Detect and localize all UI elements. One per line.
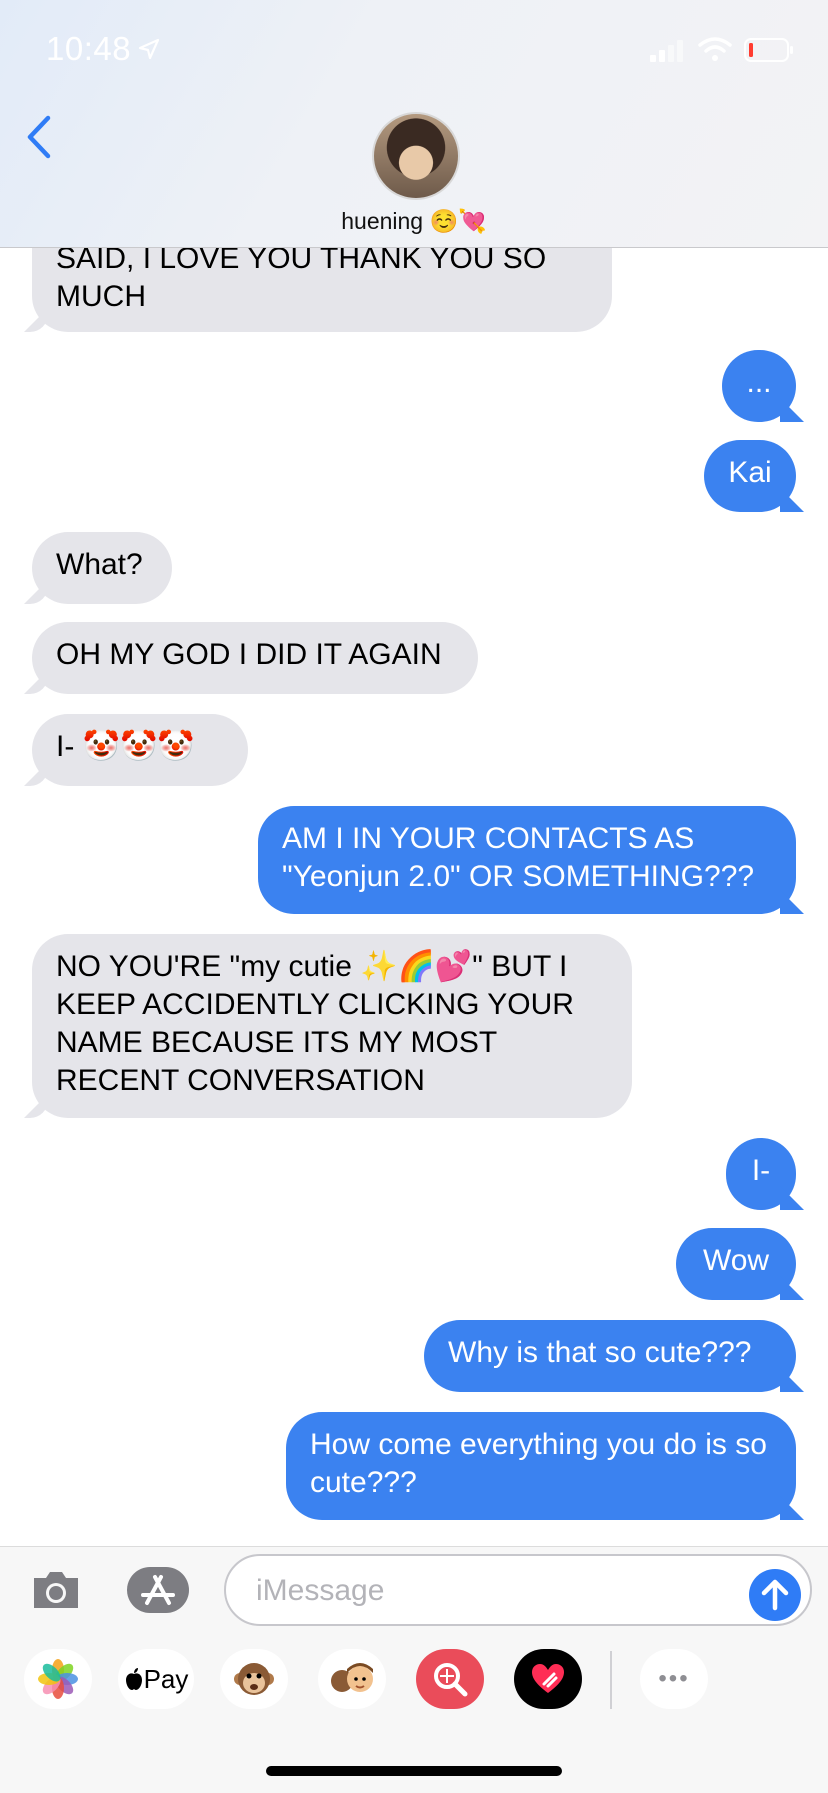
- message-outgoing[interactable]: AM I IN YOUR CONTACTS AS "Yeonjun 2.0" O…: [258, 806, 796, 914]
- photos-icon: [38, 1659, 78, 1699]
- message-input[interactable]: [254, 1570, 718, 1612]
- app-store-icon[interactable]: [125, 1565, 191, 1615]
- app-drawer-divider: [610, 1651, 612, 1709]
- apple-pay-button[interactable]: Pay: [118, 1649, 194, 1709]
- apple-logo-icon: [125, 1668, 142, 1690]
- location-arrow-icon: [138, 38, 160, 60]
- apple-pay-label: Pay: [143, 1663, 189, 1694]
- more-apps-button[interactable]: •••: [640, 1649, 708, 1709]
- image-search-icon: [434, 1663, 468, 1697]
- arrow-up-icon[interactable]: [748, 1568, 802, 1622]
- imessage-field[interactable]: [224, 1554, 812, 1626]
- conversation-header: 10:48 huening ☺️💘: [0, 0, 828, 248]
- message-outgoing[interactable]: Wow: [676, 1228, 796, 1300]
- message-outgoing[interactable]: Kai: [704, 440, 796, 512]
- battery-icon: [744, 38, 793, 62]
- cellular-signal-icon: [650, 40, 683, 62]
- more-icon: •••: [658, 1665, 690, 1692]
- chevron-left-icon[interactable]: [24, 112, 54, 162]
- image-search-button[interactable]: [416, 1649, 484, 1709]
- contact-avatar[interactable]: [372, 112, 460, 200]
- status-time: 10:48: [46, 30, 132, 67]
- message-incoming[interactable]: OH MY GOD I DID IT AGAIN: [32, 622, 478, 694]
- message-outgoing[interactable]: I-: [726, 1138, 796, 1210]
- home-indicator[interactable]: [266, 1766, 562, 1776]
- message-outgoing[interactable]: Why is that so cute???: [424, 1320, 796, 1392]
- contact-name[interactable]: huening ☺️💘: [0, 208, 828, 235]
- camera-icon[interactable]: [30, 1568, 82, 1612]
- memoji-stickers-button[interactable]: [318, 1649, 386, 1709]
- wifi-icon: [698, 37, 732, 61]
- photos-app-button[interactable]: [24, 1649, 92, 1709]
- monkey-emoji-icon: [234, 1663, 274, 1695]
- message-incoming[interactable]: I- 🤡🤡🤡: [32, 714, 248, 786]
- memoji-icon: [331, 1663, 373, 1692]
- digital-touch-button[interactable]: [514, 1649, 582, 1709]
- digital-touch-heart-icon: [532, 1664, 564, 1693]
- message-outgoing[interactable]: ...: [722, 350, 796, 422]
- message-outgoing[interactable]: How come everything you do is so cute???: [286, 1412, 796, 1520]
- message-incoming[interactable]: What?: [32, 532, 172, 604]
- animoji-button[interactable]: [220, 1649, 288, 1709]
- message-incoming[interactable]: NO YOU'RE "my cutie ✨🌈💕" BUT I KEEP ACCI…: [32, 934, 632, 1118]
